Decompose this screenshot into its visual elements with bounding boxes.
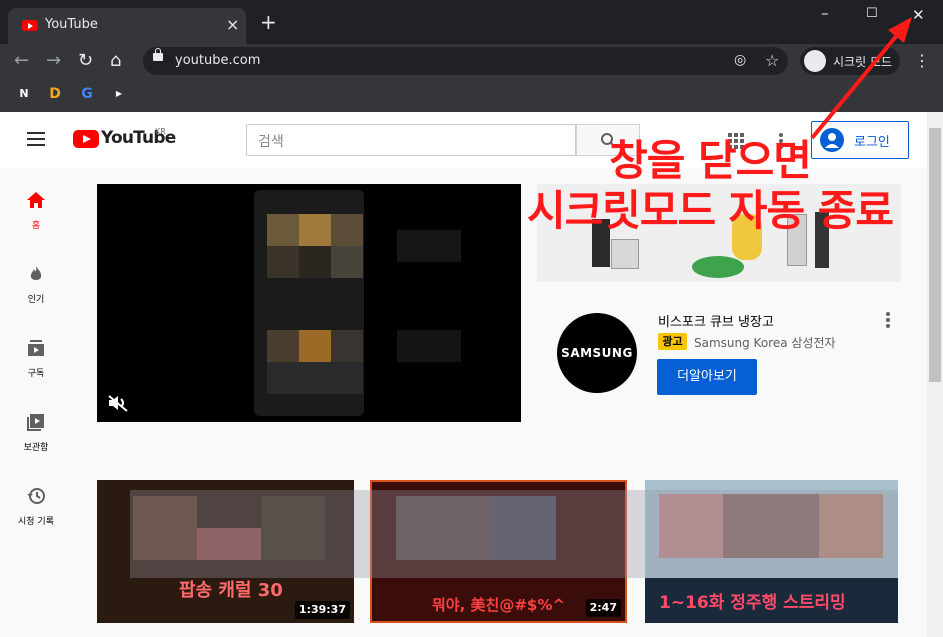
annotation-arrow-icon [810,17,912,140]
annotation-line-1: 창을 닫으면 [609,136,812,185]
annotation-text: 창을 닫으면 시크릿모드 자동 종료 [480,136,940,236]
annotation-line-2: 시크릿모드 자동 종료 [526,186,894,235]
